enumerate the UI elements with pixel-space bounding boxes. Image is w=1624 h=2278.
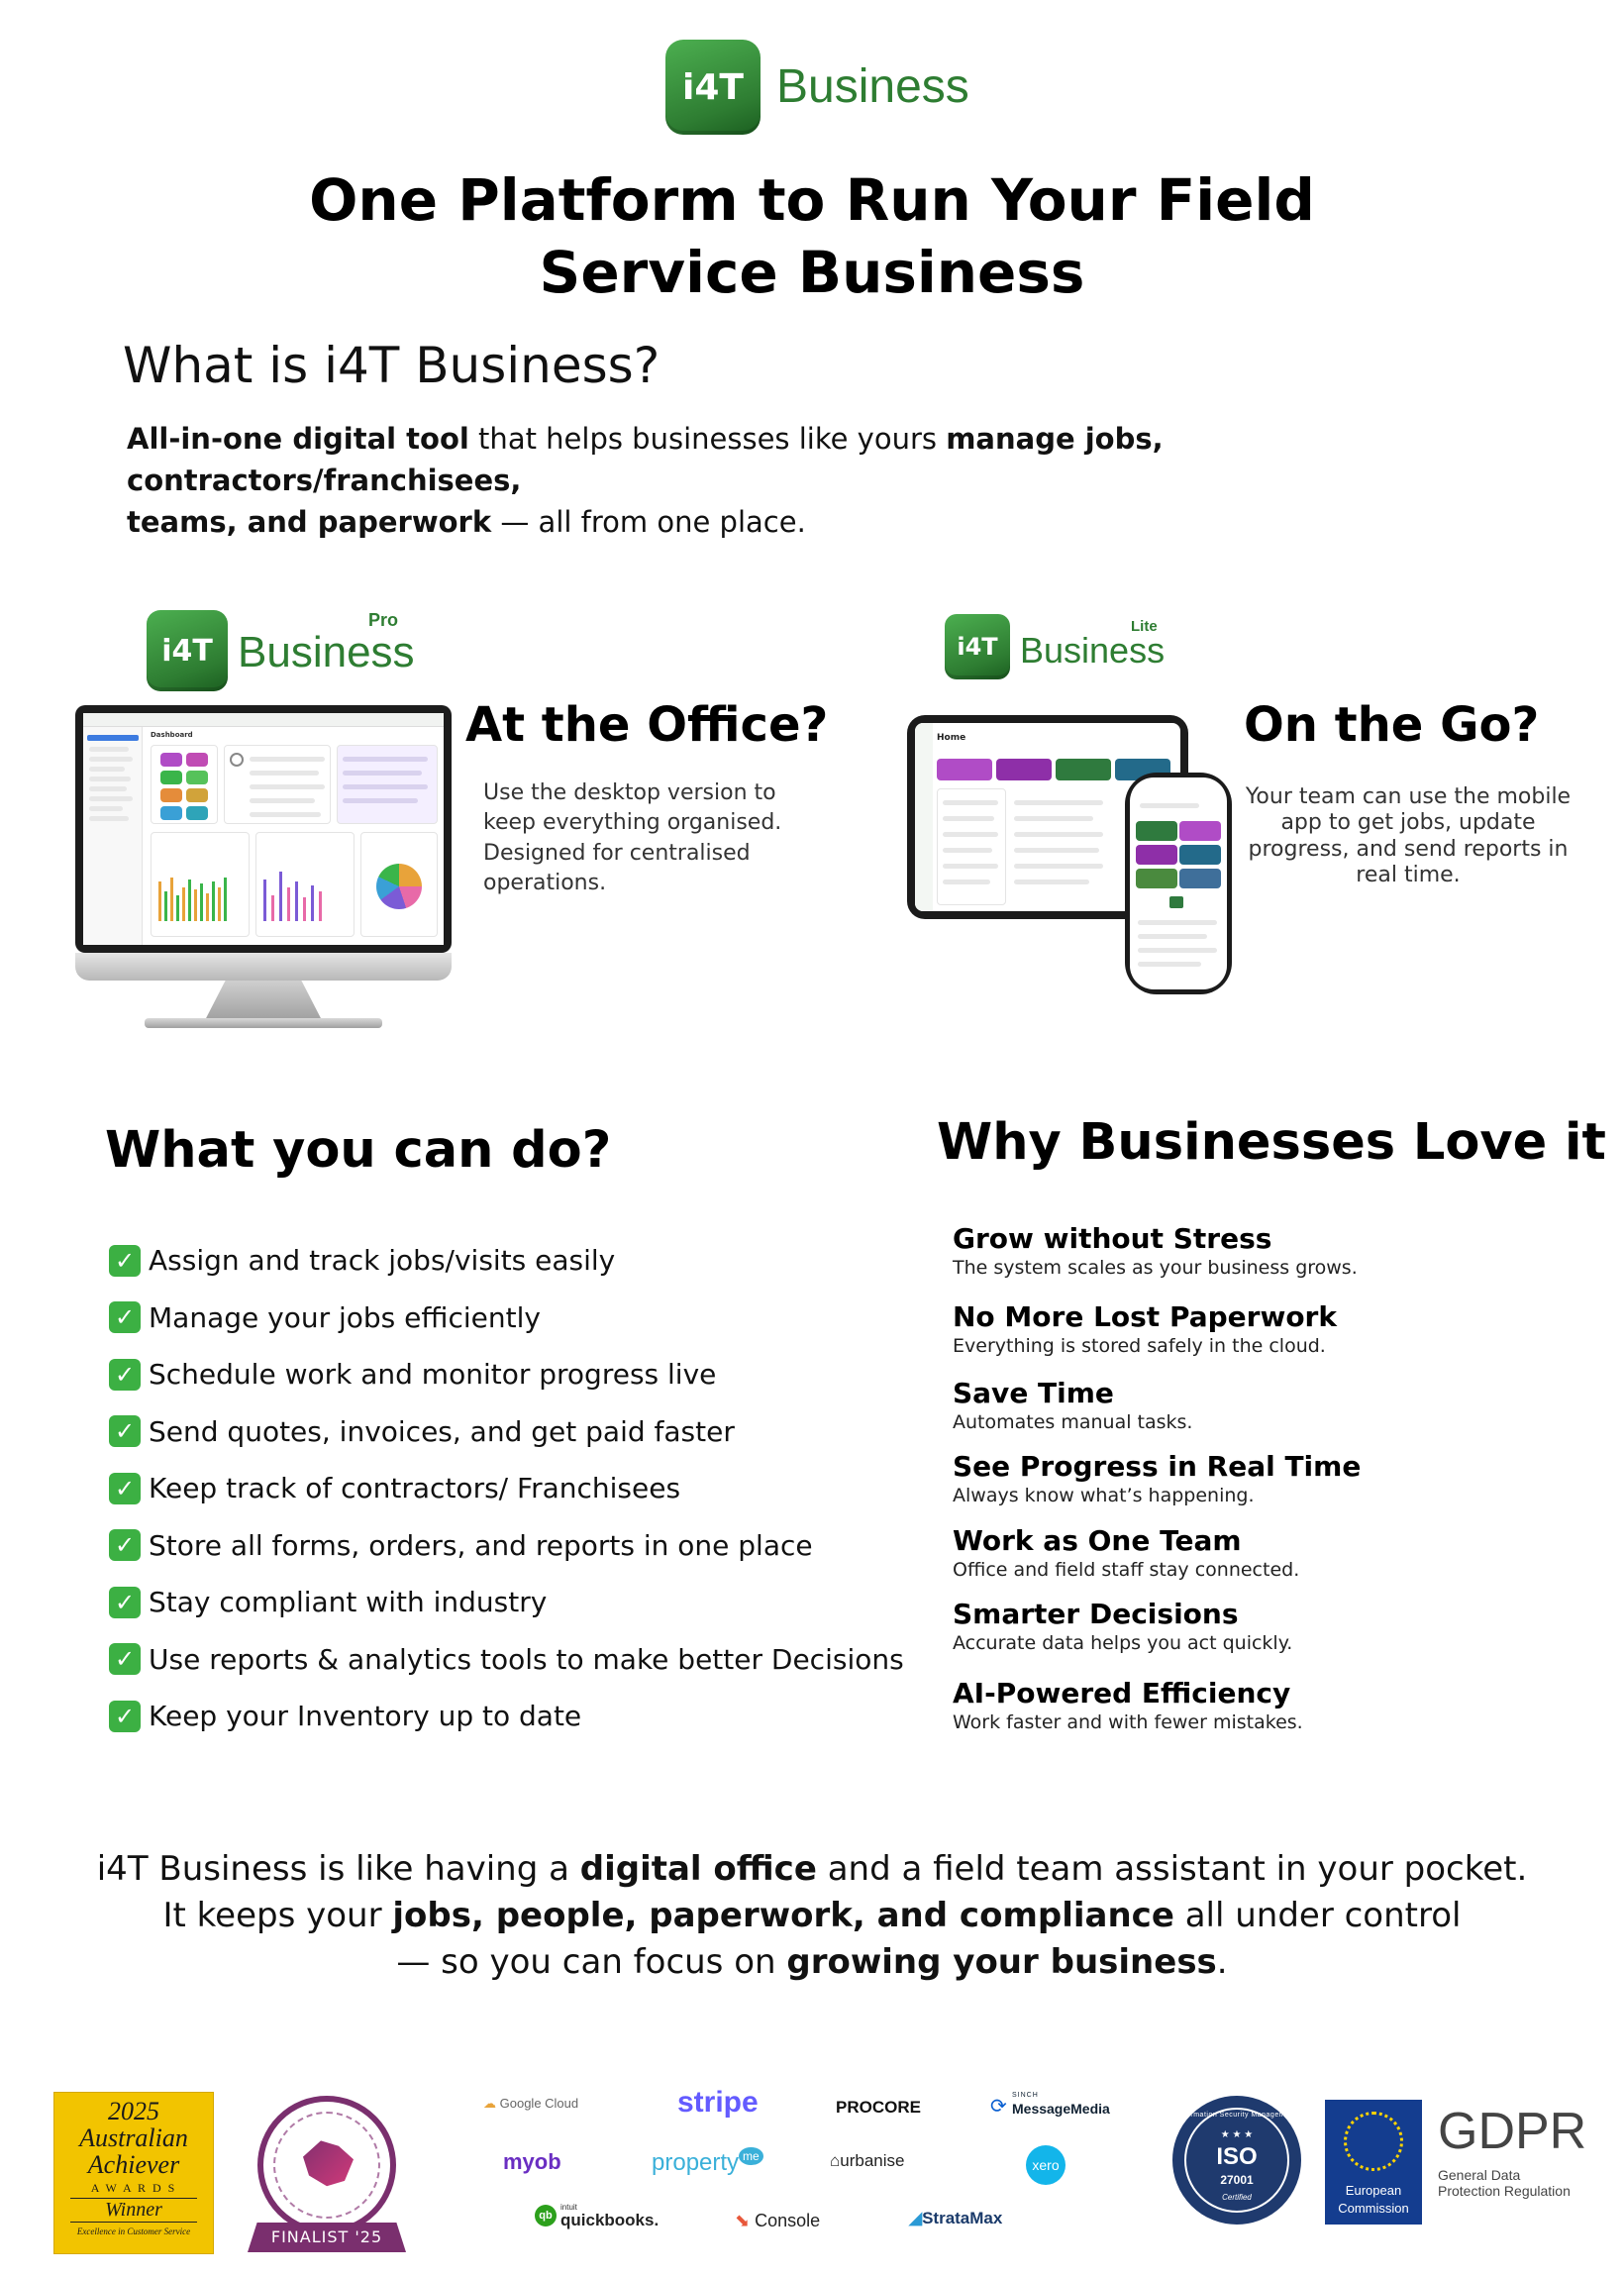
check-icon: ✓ — [109, 1244, 141, 1277]
i4t-logo-icon: i4T — [945, 614, 1010, 679]
top-logo: i4T Business — [665, 40, 982, 137]
lite-logo: i4T Business Lite — [945, 610, 1172, 681]
procore-logo: PROCORE — [836, 2098, 921, 2117]
list-item: ✓ Manage your jobs efficiently — [109, 1290, 921, 1347]
why-item: Save Time Automates manual tasks. — [953, 1377, 1193, 1433]
pro-logo: i4T Business Pro — [147, 606, 415, 691]
stripe-logo: stripe — [677, 2086, 759, 2119]
i4t-logo-icon: i4T — [147, 610, 228, 691]
gdpr-badge: GDPR General Data Protection Regulation — [1438, 2103, 1587, 2199]
check-icon: ✓ — [109, 1586, 141, 1618]
cloud-icon: ☁ — [483, 2096, 496, 2111]
check-icon: ✓ — [109, 1472, 141, 1504]
why-item: AI-Powered Efficiency Work faster and wit… — [953, 1677, 1303, 1733]
finalist-badge: FINALIST '25 — [248, 2096, 406, 2256]
check-icon: ✓ — [109, 1529, 141, 1562]
why-item: Smarter Decisions Accurate data helps you… — [953, 1598, 1293, 1654]
go-description: Your team can use the mobile app to get … — [1245, 784, 1572, 888]
desktop-screen: Dashboard — [83, 713, 444, 945]
list-item: ✓ Keep track of contractors/ Franchisees — [109, 1460, 921, 1517]
european-commission-badge: European Commission — [1325, 2100, 1422, 2225]
console-icon: ⬊ — [735, 2211, 751, 2230]
list-item: ✓ Use reports & analytics tools to make b… — [109, 1631, 921, 1689]
why-list: Grow without Stress The system scales as … — [953, 1222, 1586, 1750]
xero-logo: xero — [1026, 2145, 1066, 2185]
list-item: ✓ Keep your Inventory up to date — [109, 1688, 921, 1745]
urbanise-icon: ⌂ — [830, 2151, 841, 2170]
urbanise-logo: ⌂urbanise — [830, 2151, 905, 2170]
star-icon: ★ ★ ★ — [1220, 2129, 1254, 2140]
myob-logo: myob — [503, 2149, 561, 2174]
stratamax-icon: ◢ — [909, 2209, 923, 2227]
list-item: ✓ Send quotes, invoices, and get paid fas… — [109, 1403, 921, 1461]
phone-screen — [1130, 777, 1227, 989]
why-item: See Progress in Real Time Always know wha… — [953, 1450, 1362, 1506]
page-headline: One Platform to Run Your Field Service B… — [309, 166, 1315, 306]
check-icon: ✓ — [109, 1700, 141, 1732]
eu-stars-icon — [1344, 2112, 1403, 2171]
partner-logos: ☁ Google Cloud stripe PROCORE ⟳ SINCH Me… — [483, 2086, 1110, 2230]
why-item: Work as One Team Office and field staff s… — [953, 1524, 1300, 1581]
check-icon: ✓ — [109, 1643, 141, 1676]
closing-statement: i4T Business is like having a digital of… — [96, 1849, 1528, 1982]
can-do-list: ✓ Assign and track jobs/visits easily ✓ Ma… — [109, 1232, 921, 1745]
go-title: On the Go? — [1244, 697, 1540, 753]
what-is-title: What is i4T Business? — [123, 337, 660, 394]
why-title: Why Businesses Love it — [937, 1113, 1606, 1172]
propertyme-logo: property me — [652, 2147, 763, 2177]
console-logo: ⬊ Console — [735, 2211, 821, 2230]
quickbooks-icon: qb — [535, 2205, 557, 2226]
why-item: No More Lost Paperwork Everything is stor… — [953, 1300, 1337, 1357]
office-description: Use the desktop version to keep everythi… — [483, 780, 782, 896]
can-do-title: What you can do? — [105, 1121, 612, 1180]
check-icon: ✓ — [109, 1358, 141, 1391]
office-title: At the Office? — [465, 697, 829, 753]
google-cloud-logo: ☁ Google Cloud — [483, 2096, 579, 2111]
list-item: ✓ Assign and track jobs/visits easily — [109, 1232, 921, 1290]
logo-wordmark: Business — [776, 60, 969, 113]
why-item: Grow without Stress The system scales as … — [953, 1222, 1358, 1279]
australian-achiever-badge: 2025 Australian Achiever A W A R D S Win… — [53, 2092, 214, 2254]
stratamax-logo: ◢StrataMax — [909, 2209, 1003, 2227]
list-item: ✓ Store all forms, orders, and reports in… — [109, 1517, 921, 1575]
mobile-devices-image: Home — [907, 715, 1240, 994]
what-is-description: All-in-one digital tool that helps busin… — [127, 422, 1164, 540]
check-icon: ✓ — [109, 1415, 141, 1448]
list-item: ✓ Schedule work and monitor progress live — [109, 1346, 921, 1403]
desktop-monitor-image: Dashboard — [75, 705, 452, 1032]
iso-27001-badge: Information Security Management ★ ★ ★ IS… — [1172, 2096, 1301, 2225]
list-item: ✓ Stay compliant with industry — [109, 1574, 921, 1631]
check-icon: ✓ — [109, 1301, 141, 1334]
i4t-logo-icon: i4T — [665, 40, 761, 135]
